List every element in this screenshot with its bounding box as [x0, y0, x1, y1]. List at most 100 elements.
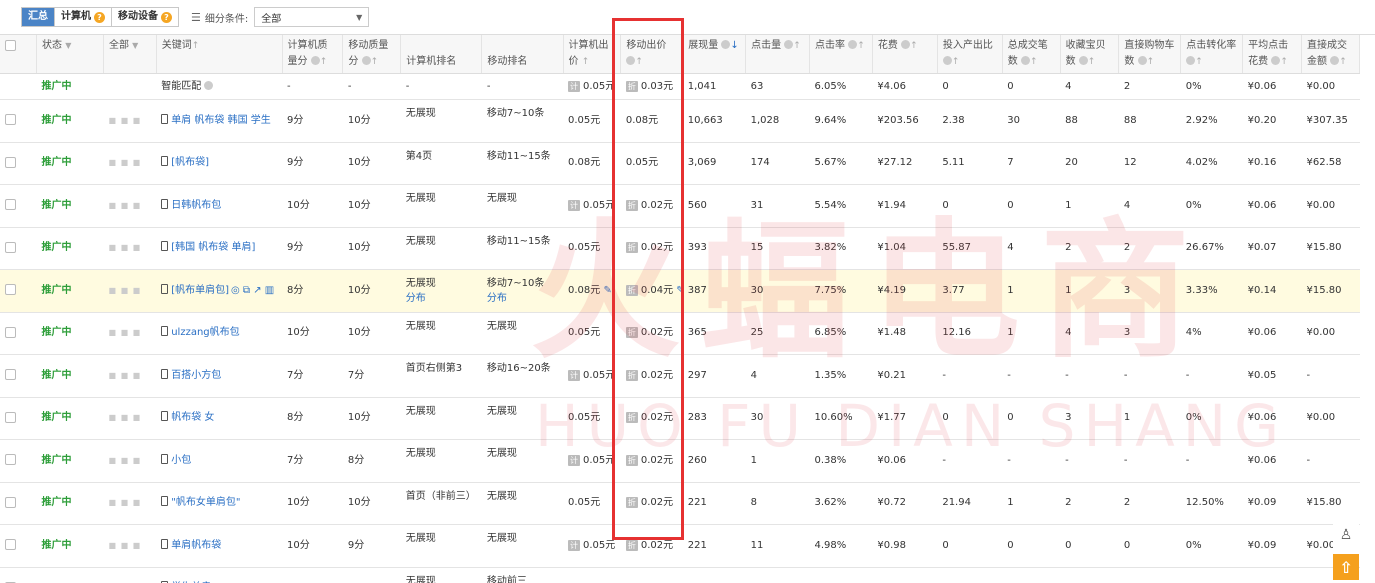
table-row[interactable]: 推广中 ■ ■ ■ ulzzang帆布包 10分 10分 无展现 无展现 0.05元折 0.02…	[0, 312, 1360, 355]
row-pc-quality: 10分	[282, 184, 343, 228]
col-ctr[interactable]: 点击率 ↑	[809, 35, 873, 74]
col-mobile-quality[interactable]: 移动质量分 ↑	[342, 35, 402, 74]
col-impressions[interactable]: 展现量 ↓	[682, 35, 747, 74]
table-row[interactable]: 推广中 ■ ■ ■ [帆布袋] 9分 10分 第4页 移动11~15条 0.08元 0.05元 3…	[0, 142, 1360, 185]
row-pc-rank: 第4页	[400, 142, 482, 185]
row-checkbox[interactable]	[5, 326, 16, 338]
row-fav: 20	[1060, 142, 1119, 185]
help-icon[interactable]: ?	[94, 11, 105, 23]
select-all-checkbox[interactable]	[5, 39, 16, 51]
row-checkbox[interactable]	[5, 496, 16, 508]
discount-tag: 折	[625, 199, 638, 211]
keyword-link[interactable]: [韩国 帆布袋 单肩]	[171, 242, 255, 253]
table-row[interactable]: 推广中 ■ ■ ■ "帆布女单肩包" 10分 10分 首页（非前三） 无展现 0.05元折 0.…	[0, 482, 1360, 525]
col-keyword[interactable]: 关键词↑	[156, 35, 283, 74]
col-clicks[interactable]: 点击量 ↑	[745, 35, 811, 74]
distribution-link[interactable]: 分布	[406, 291, 477, 306]
tab-summary[interactable]: 汇总	[22, 8, 55, 26]
row-mobile-rank: 无展现	[481, 184, 564, 228]
keyword-link[interactable]: 小包	[171, 455, 191, 466]
col-roi[interactable]: 投入产出比 ↑	[937, 35, 1003, 74]
keyword-link[interactable]: 单肩 帆布袋 韩国 学生	[171, 115, 271, 126]
col-direct-amount[interactable]: 直接成交金额 ↑	[1301, 35, 1360, 74]
back-to-top-icon[interactable]: ⇧	[1333, 554, 1359, 580]
row-pc-bid: 计 0.05元	[563, 354, 621, 398]
row-all: ■ ■ ■	[103, 567, 157, 583]
filter-select[interactable]: 全部 ▼	[254, 7, 370, 27]
tab-mobile[interactable]: 移动设备?	[112, 8, 178, 26]
row-mobile-quality: 10分	[342, 269, 401, 313]
keyword-link[interactable]: ulzzang帆布包	[171, 327, 239, 338]
row-checkbox[interactable]	[5, 241, 16, 253]
row-checkbox[interactable]	[5, 114, 16, 126]
table-row[interactable]: 推广中 ■ ■ ■ [帆布单肩包] ◎ ⧉ ↗ ▥ 8分 10分 无展现 分布 移动7~10条分…	[0, 269, 1360, 313]
row-amt: -	[1301, 439, 1360, 483]
row-cvr: 26.67%	[1180, 227, 1243, 270]
row-checkbox[interactable]	[5, 454, 16, 466]
discount-tag: 折	[625, 284, 638, 296]
table-row[interactable]: 推广中 智能匹配 - - - - 计 0.05元折 0.03元 1,041 63 6.05% ¥4.0…	[0, 73, 1360, 100]
row-clk	[745, 567, 810, 583]
row-clk: 31	[745, 184, 810, 228]
row-imp: 1,041	[682, 73, 746, 100]
row-amt: ¥307.35	[1301, 99, 1360, 143]
table-row[interactable]: 推广中 ■ ■ ■ [韩国 帆布袋 单肩] 9分 10分 无展现 移动11~15条 0.05元…	[0, 227, 1360, 270]
row-checkbox[interactable]	[5, 284, 16, 296]
col-carts[interactable]: 直接购物车数 ↑	[1118, 35, 1182, 74]
row-roi: -	[937, 354, 1003, 398]
row-pc-quality: 10分	[282, 524, 343, 568]
col-cvr[interactable]: 点击转化率 ↑	[1180, 35, 1244, 74]
row-fav: -	[1060, 354, 1119, 398]
keyword-link[interactable]: [帆布单肩包]	[171, 285, 229, 296]
row-imp: 221	[682, 482, 746, 525]
tab-computer[interactable]: 计算机?	[55, 8, 112, 26]
col-pc-bid[interactable]: 计算机出价 ↑	[563, 35, 622, 74]
row-all: ■ ■ ■	[103, 439, 157, 483]
row-pc-rank: 无展现	[400, 227, 482, 270]
select-all-cell[interactable]	[0, 35, 38, 74]
keyword-table: 状态 ▼ 全部 ▼ 关键词↑ 计算机质量分 ↑ 移动质量分 ↑ 计算机排名 移动…	[0, 34, 1375, 583]
col-pc-quality[interactable]: 计算机质量分 ↑	[282, 35, 344, 74]
distribution-link[interactable]: 分布	[487, 291, 558, 306]
col-favorites[interactable]: 收藏宝贝数 ↑	[1060, 35, 1120, 74]
keyword-link[interactable]: [帆布袋]	[171, 157, 209, 168]
table-row[interactable]: 推广中 ■ ■ ■ 小包 7分 8分 无展现 无展现计 0.05元折 0.02元 260 1 0.38…	[0, 439, 1360, 483]
row-mobile-bid	[620, 567, 683, 583]
keyword-link[interactable]: 百搭小方包	[171, 370, 221, 381]
row-pc-quality: 8分	[282, 269, 343, 313]
row-checkbox[interactable]	[5, 369, 16, 381]
table-row[interactable]: 推广中 ■ ■ ■ 帆布袋 女 8分 10分 无展现 无展现 0.05元折 0.02元 283 30…	[0, 397, 1360, 440]
col-mobile-bid[interactable]: 移动出价 ↑	[620, 35, 684, 74]
row-checkbox[interactable]	[5, 199, 16, 211]
keyword-link[interactable]: "帆布女单肩包"	[171, 497, 240, 508]
table-row[interactable]: 推广中 ■ ■ ■ 单肩 帆布袋 韩国 学生 9分 10分 无展现 移动7~10条 0.05元…	[0, 99, 1360, 143]
help-icon[interactable]: ?	[161, 11, 172, 23]
edit-icon[interactable]: ✎	[676, 285, 682, 296]
col-total-deals[interactable]: 总成交笔数 ↑	[1002, 35, 1061, 74]
row-cvr	[1180, 567, 1243, 583]
row-pc-bid	[563, 567, 621, 583]
row-imp: 10,663	[682, 99, 746, 143]
row-keyword: 百搭小方包	[156, 354, 283, 398]
row-fav: 4	[1060, 73, 1119, 100]
keyword-link[interactable]: 日韩帆布包	[171, 200, 221, 211]
col-cost[interactable]: 花费 ↑	[872, 35, 938, 74]
col-all[interactable]: 全部 ▼	[103, 35, 157, 74]
keyword-link[interactable]: 单肩帆布袋	[171, 540, 221, 551]
keyword-link[interactable]: 帆布袋 女	[171, 412, 214, 423]
row-checkbox[interactable]	[5, 156, 16, 168]
table-row[interactable]: 推广中 ■ ■ ■ 单肩帆布袋 10分 9分 无展现 无展现计 0.05元折 0.02元 221 1…	[0, 524, 1360, 568]
col-cpc[interactable]: 平均点击花费 ↑	[1242, 35, 1303, 74]
col-status[interactable]: 状态 ▼	[36, 35, 104, 74]
table-row[interactable]: 推广中 ■ ■ ■ 日韩帆布包 10分 10分 无展现 无展现计 0.05元折 0.02元 560…	[0, 184, 1360, 228]
row-cost: ¥27.12	[872, 142, 938, 185]
row-checkbox[interactable]	[5, 539, 16, 551]
table-row[interactable]: ■ ■ ■学生单肩 无展现移动前三	[0, 567, 1360, 583]
row-action-icons[interactable]: ◎ ⧉ ↗ ▥	[231, 285, 274, 296]
customer-service-icon[interactable]: ♙	[1333, 522, 1359, 548]
row-mobile-quality: 10分	[342, 397, 401, 440]
edit-icon[interactable]: ✎	[603, 285, 611, 296]
row-deals: 1	[1002, 312, 1061, 355]
table-row[interactable]: 推广中 ■ ■ ■ 百搭小方包 7分 7分 首页右侧第3 移动16~20条计 0.05元折 0.…	[0, 354, 1360, 398]
row-checkbox[interactable]	[5, 411, 16, 423]
